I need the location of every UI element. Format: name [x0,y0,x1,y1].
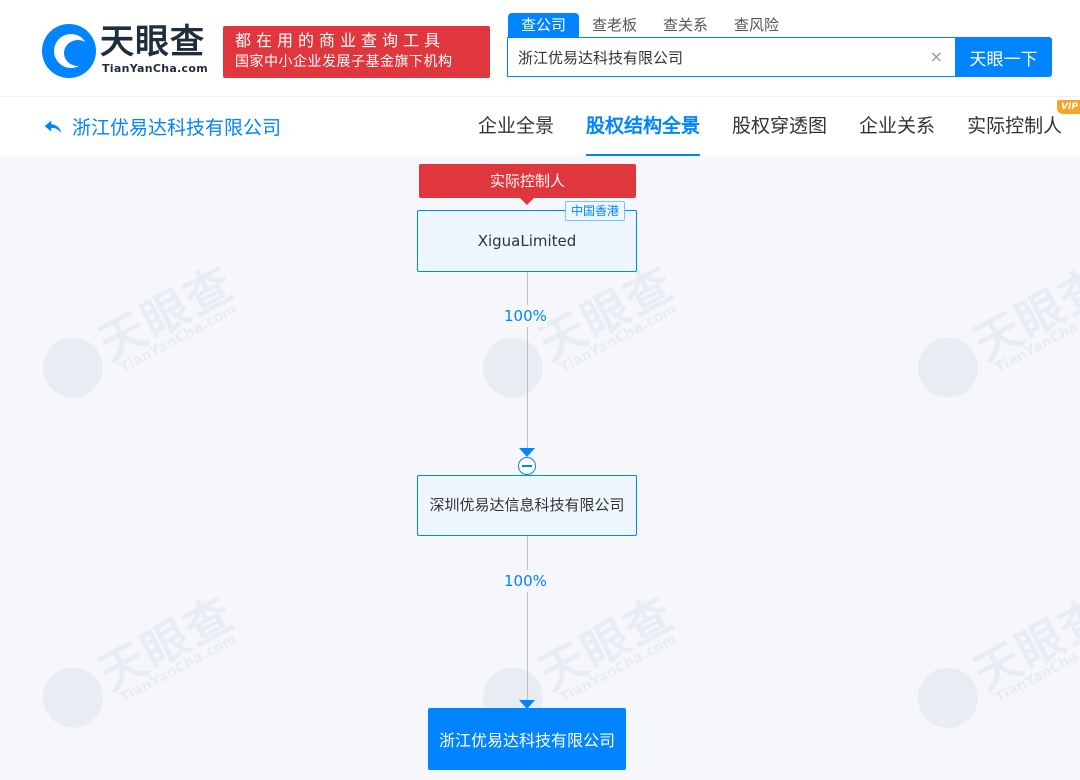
search-button[interactable]: 天眼一下 [955,37,1052,77]
collapse-node-icon[interactable] [518,457,536,475]
company-nav-bar: 浙江优易达科技有限公司 企业全景 股权结构全景 股权穿透图 企业关系 实际控制人 [0,96,1080,157]
search-tab-company[interactable]: 查公司 [508,13,580,37]
slogan-line-2: 国家中小企业发展子基金旗下机构 [235,54,453,70]
edge-percentage: 100% [504,305,547,327]
clear-icon[interactable]: × [930,47,943,67]
search-input[interactable] [518,46,918,68]
logo-domain: TianYanCha.com [102,62,208,75]
shareholder-node-shenzhen[interactable]: 深圳优易达信息科技有限公司 [417,475,637,536]
search-tab-risk[interactable]: 查风险 [721,13,792,37]
equity-edge [527,272,528,450]
vip-badge: VIP [1057,100,1080,114]
node-name: XiguaLimited [477,232,577,250]
node-name: 深圳优易达信息科技有限公司 [429,496,625,514]
slogan-line-1: 都在用的商业查询工具 [235,31,446,50]
target-company-node[interactable]: 浙江优易达科技有限公司 [428,708,626,770]
tianyancha-logo[interactable]: 天眼查 TianYanCha.com [42,22,214,78]
watermark: 天眼查 TianYanCha.com [18,546,282,756]
edge-arrow-icon [519,448,535,457]
tab-equity-penetration[interactable]: 股权穿透图 [716,97,843,157]
watermark: 天眼查 TianYanCha.com [893,546,1080,756]
search-tab-boss[interactable]: 查老板 [579,13,650,37]
tab-company-overview[interactable]: 企业全景 [462,97,570,157]
watermark: 天眼查 TianYanCha.com [18,216,282,426]
edge-percentage: 100% [504,570,547,592]
watermark: 天眼查 TianYanCha.com [893,216,1080,426]
logo-mark-icon [42,24,96,78]
company-title: 浙江优易达科技有限公司 [72,117,282,139]
node-name: 浙江优易达科技有限公司 [438,731,615,750]
nav-tabs: 企业全景 股权结构全景 股权穿透图 企业关系 实际控制人 [462,97,1078,157]
search-tab-relation[interactable]: 查关系 [650,13,721,37]
tab-company-relations[interactable]: 企业关系 [843,97,951,157]
region-tag: 中国香港 [565,201,626,221]
back-arrow-icon [44,120,62,133]
logo-name: 天眼查 [100,22,205,62]
equity-edge [527,536,528,702]
slogan-banner: 都在用的商业查询工具 国家中小企业发展子基金旗下机构 [223,26,490,78]
back-to-company-link[interactable]: 浙江优易达科技有限公司 [42,113,281,140]
search-box: × [507,37,955,77]
tab-equity-structure[interactable]: 股权结构全景 [570,97,716,157]
actual-controller-label: 实际控制人 [419,164,636,205]
search-type-tabs: 查公司 查老板 查关系 查风险 [508,13,792,37]
top-header: 天眼查 TianYanCha.com 都在用的商业查询工具 国家中小企业发展子基… [0,0,1080,96]
